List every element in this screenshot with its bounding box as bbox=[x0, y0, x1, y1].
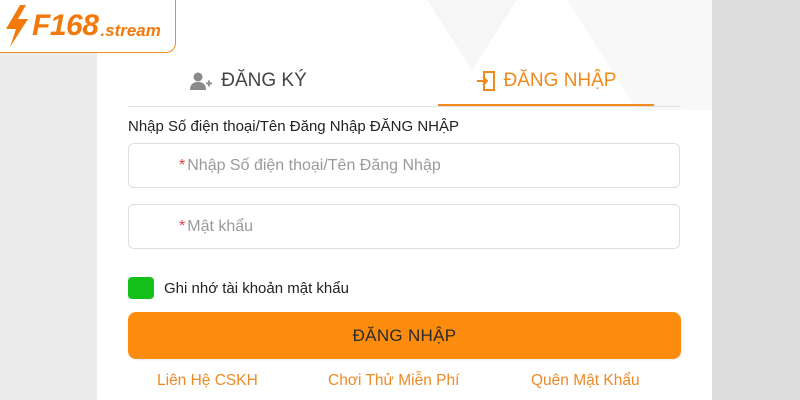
auth-tabs: ĐĂNG KÝ ĐĂNG NHẬP bbox=[128, 58, 681, 107]
brand-logo[interactable]: F168 .stream bbox=[0, 0, 176, 53]
tab-login[interactable]: ĐĂNG NHẬP bbox=[438, 58, 654, 106]
phone-username-input[interactable]: * Nhập Số điện thoại/Tên Đăng Nhập bbox=[128, 143, 680, 188]
phone-username-placeholder: Nhập Số điện thoại/Tên Đăng Nhập bbox=[187, 156, 441, 174]
remember-me: Ghi nhớ tài khoản mật khẩu bbox=[128, 277, 349, 299]
password-placeholder: Mật khẩu bbox=[187, 217, 254, 235]
forgot-password-link[interactable]: Quên Mật Khẩu bbox=[531, 372, 640, 390]
background-right bbox=[712, 0, 800, 400]
tab-register-label: ĐĂNG KÝ bbox=[221, 70, 307, 91]
add-user-icon bbox=[190, 72, 213, 90]
free-trial-link[interactable]: Chơi Thử Miễn Phí bbox=[328, 372, 459, 390]
lightning-bolt-icon bbox=[6, 5, 28, 47]
remember-checkbox[interactable] bbox=[128, 277, 154, 299]
password-input[interactable]: * Mật khẩu bbox=[128, 204, 680, 249]
login-button[interactable]: ĐĂNG NHẬP bbox=[128, 312, 681, 359]
login-door-icon bbox=[476, 71, 495, 91]
account-field-label: Nhập Số điện thoại/Tên Đăng Nhập ĐĂNG NH… bbox=[128, 118, 460, 135]
support-link[interactable]: Liên Hệ CSKH bbox=[157, 372, 258, 390]
tab-login-label: ĐĂNG NHẬP bbox=[503, 70, 617, 91]
required-mark: * bbox=[179, 217, 186, 235]
brand-name: F168 bbox=[32, 9, 99, 42]
required-mark: * bbox=[179, 156, 186, 174]
brand-suffix: .stream bbox=[100, 20, 161, 40]
remember-label[interactable]: Ghi nhớ tài khoản mật khẩu bbox=[164, 280, 349, 297]
tab-register[interactable]: ĐĂNG KÝ bbox=[128, 58, 368, 104]
